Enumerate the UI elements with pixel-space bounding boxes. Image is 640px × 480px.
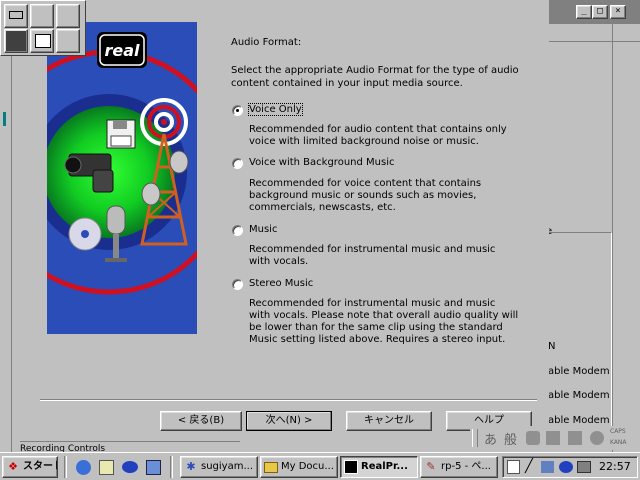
background-window-left-edge: [0, 0, 12, 452]
ime-tool-icon[interactable]: [526, 431, 540, 445]
ime-pad-icon[interactable]: [546, 431, 560, 445]
audio-format-description: Select the appropriate Audio Format for …: [231, 65, 519, 89]
palette-button-6[interactable]: [56, 29, 80, 53]
palette-button-4[interactable]: [4, 29, 28, 53]
voice-with-bg-music-desc: Recommended for voice content that conta…: [249, 178, 482, 213]
background-window-toolbar: [548, 24, 640, 42]
ime-conversion-icon[interactable]: 般: [504, 429, 517, 448]
ime-grip[interactable]: [472, 429, 478, 447]
recording-controls-groupline: [20, 441, 240, 442]
task-paint[interactable]: ✎ rp-5 - ペ...: [420, 456, 498, 478]
ime-kana-indicator: KANA: [610, 439, 627, 446]
ime-help-icon[interactable]: [590, 431, 604, 445]
wizard-illustration: real: [47, 22, 197, 334]
voice-only-label[interactable]: Voice Only: [248, 103, 303, 116]
palette-button-5[interactable]: [30, 29, 54, 53]
palette-button-1[interactable]: [4, 4, 28, 28]
globe-icon: ✱: [186, 460, 196, 473]
tray-display-icon[interactable]: [577, 461, 591, 473]
palette-button-3[interactable]: [56, 4, 80, 28]
bg-text-4: able Modem: [548, 390, 610, 401]
left-window-marker: [3, 112, 6, 126]
start-button[interactable]: ❖ スタート: [2, 456, 58, 478]
folder-icon: [264, 462, 278, 473]
voice-only-desc: Recommended for audio content that conta…: [249, 124, 507, 147]
close-button[interactable]: ×: [610, 5, 626, 19]
bg-text-3: able Modem: [548, 366, 610, 377]
maximize-button[interactable]: □: [592, 5, 608, 19]
task-sugiyam[interactable]: ✱ sugiyam...: [180, 456, 258, 478]
taskbar-divider: [64, 456, 67, 478]
windows-logo-icon: ❖: [8, 460, 18, 473]
background-window-panel: [548, 232, 612, 442]
clock[interactable]: 22:57: [599, 460, 631, 473]
stereo-music-radio[interactable]: [232, 279, 243, 290]
task-label: My Docu...: [281, 461, 334, 472]
stereo-music-desc: Recommended for instrumental music and m…: [249, 298, 519, 345]
ime-caps-indicator: CAPS: [610, 428, 626, 435]
paint-icon: ✎: [426, 460, 436, 473]
internet-explorer-icon[interactable]: [76, 460, 91, 475]
realproducer-icon: [344, 460, 358, 474]
stereo-music-label[interactable]: Stereo Music: [249, 278, 313, 289]
minimize-button[interactable]: _: [576, 5, 592, 19]
ime-dictionary-icon[interactable]: [568, 431, 582, 445]
voice-only-radio[interactable]: [232, 105, 243, 116]
cancel-button[interactable]: キャンセル: [346, 411, 432, 431]
task-label: rp-5 - ペ...: [441, 461, 491, 472]
palette-button-2[interactable]: [30, 4, 54, 28]
audio-format-heading: Audio Format:: [231, 37, 302, 48]
music-label[interactable]: Music: [249, 224, 277, 235]
show-desktop-icon[interactable]: [146, 460, 161, 475]
next-button[interactable]: 次へ(N) >: [246, 411, 332, 431]
ime-hiragana-icon[interactable]: あ: [484, 429, 497, 448]
voice-with-bg-music-label[interactable]: Voice with Background Music: [249, 157, 394, 168]
start-label: スタート: [23, 461, 57, 472]
floating-tool-palette: [0, 0, 86, 56]
tray-network-icon[interactable]: [541, 461, 554, 473]
music-desc: Recommended for instrumental music and m…: [249, 244, 496, 267]
outlook-express-icon[interactable]: [99, 460, 114, 475]
system-tray: ╱ 22:57: [502, 456, 638, 478]
task-my-documents[interactable]: My Docu...: [260, 456, 338, 478]
voice-with-bg-music-radio[interactable]: [232, 158, 243, 169]
tray-scheduler-icon[interactable]: [507, 460, 520, 474]
task-realproducer[interactable]: RealPr...: [340, 456, 418, 478]
background-window-titlebar: _ □ ×: [548, 0, 640, 24]
radio-selected-dot: [236, 109, 239, 112]
tray-volume-icon[interactable]: [559, 461, 573, 473]
background-window-right-pane: [612, 24, 640, 452]
bg-text-5: able Modem: [548, 415, 610, 426]
ime-toolbar: あ 般 CAPS KANA: [470, 426, 638, 450]
channel-icon[interactable]: [122, 461, 138, 473]
taskbar-divider-2: [170, 456, 173, 478]
music-radio[interactable]: [232, 225, 243, 236]
wizard-separator: [40, 399, 537, 401]
taskbar: ❖ スタート ✱ sugiyam... My Docu... RealPr...…: [0, 452, 640, 480]
task-label: sugiyam...: [201, 461, 253, 472]
task-label: RealPr...: [361, 461, 408, 472]
real-logo-text: real: [104, 41, 140, 60]
tray-pen-icon[interactable]: ╱: [525, 459, 533, 474]
back-button[interactable]: < 戻る(B): [160, 411, 242, 431]
bg-text-2: N: [548, 341, 556, 352]
